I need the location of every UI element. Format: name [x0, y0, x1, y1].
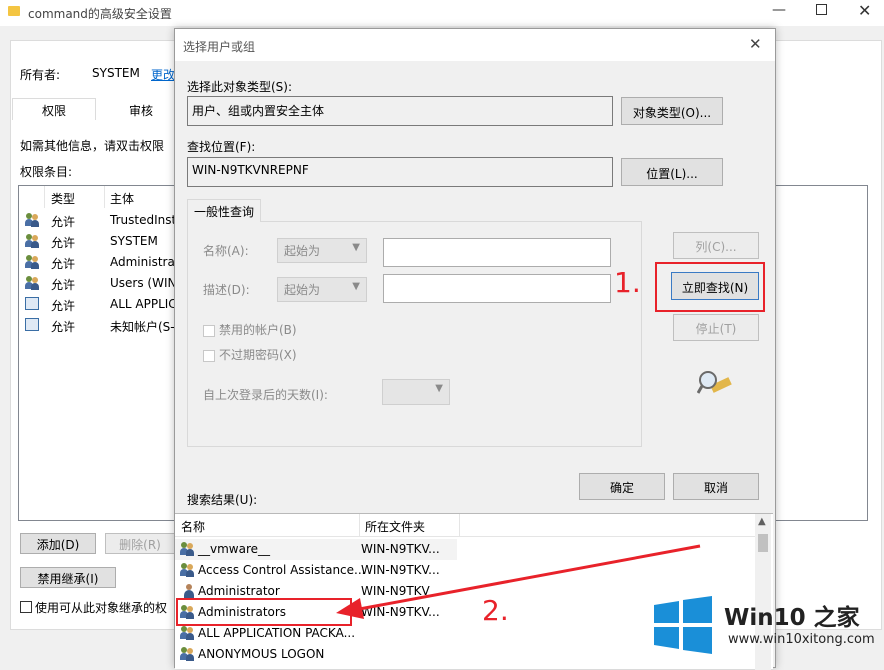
user-icon: [25, 213, 39, 227]
disabled-accounts-checkbox[interactable]: 禁用的帐户(B): [203, 321, 297, 338]
ok-button[interactable]: 确定: [579, 473, 665, 500]
description-match-value: 起始为: [284, 283, 321, 297]
entries-label: 权限条目:: [20, 165, 73, 179]
locations-button[interactable]: 位置(L)...: [621, 158, 723, 186]
perm-type: 允许: [51, 320, 76, 334]
tab-audit-label: 审核: [128, 104, 153, 118]
results-header: 名称 所在文件夹: [175, 514, 757, 537]
result-name: ANONYMOUS LOGON: [198, 647, 325, 661]
watermark-brand: Win10 之家: [724, 605, 860, 631]
win10-watermark: Win10 之家 www.win10xitong.com: [652, 590, 884, 668]
disabled-accounts-label: 禁用的帐户(B): [219, 323, 297, 337]
user-icon: [25, 276, 39, 290]
name-label: 名称(A):: [203, 244, 249, 258]
location-field: WIN-N9TKVNREPNF: [187, 157, 613, 187]
days-combo[interactable]: ▼: [382, 379, 450, 405]
days-since-login-label: 自上次登录后的天数(I):: [203, 388, 328, 402]
owner-change-link[interactable]: 更改: [151, 66, 175, 83]
remove-button[interactable]: 删除(R): [105, 533, 175, 554]
no-expire-checkbox[interactable]: 不过期密码(X): [203, 346, 297, 363]
tab-general-query-label: 一般性查询: [193, 205, 254, 219]
result-name: Administrator: [198, 584, 280, 598]
perm-type: 允许: [51, 215, 76, 229]
header-type: 类型: [51, 192, 76, 206]
header-principal: 主体: [110, 192, 135, 206]
columns-button[interactable]: 列(C)...: [673, 232, 759, 259]
result-name: __vmware__: [198, 542, 271, 556]
name-match-value: 起始为: [284, 244, 321, 258]
close-icon[interactable]: ✕: [858, 1, 871, 20]
chevron-down-icon: ▼: [352, 281, 360, 292]
cancel-button[interactable]: 取消: [673, 473, 759, 500]
checkbox-box: [203, 324, 215, 337]
owner-value: SYSTEM: [92, 66, 140, 80]
tab-audit[interactable]: 审核: [96, 100, 186, 120]
group-icon: [180, 563, 194, 577]
group-icon: [180, 626, 194, 640]
watermark-url: www.win10xitong.com: [728, 632, 875, 647]
use-inherit-checkbox[interactable]: [20, 601, 32, 613]
perm-principal: Administrat: [110, 255, 180, 269]
maximize-icon[interactable]: [816, 4, 827, 15]
result-row[interactable]: ALL APPLICATION PACKA...: [175, 623, 457, 644]
scroll-up-icon[interactable]: ▲: [758, 516, 766, 527]
dialog-title: 选择用户或组: [183, 40, 256, 54]
user-icon: [25, 255, 39, 269]
highlight-administrators: [176, 598, 352, 626]
result-name: ALL APPLICATION PACKA...: [198, 626, 356, 640]
group-icon: [180, 647, 194, 661]
bg-titlebar: command的高级安全设置 — ✕: [0, 0, 884, 26]
highlight-find-now: [655, 262, 765, 312]
name-input[interactable]: [383, 238, 611, 267]
group-icon: [180, 542, 194, 556]
stop-button[interactable]: 停止(T): [673, 314, 759, 341]
object-types-button[interactable]: 对象类型(O)...: [621, 97, 723, 125]
tab-permissions-label: 权限: [41, 104, 66, 118]
info-text: 如需其他信息，请双击权限: [20, 139, 165, 153]
tab-general-query[interactable]: 一般性查询: [187, 199, 261, 222]
perm-principal: SYSTEM: [110, 234, 158, 248]
perm-principal: 未知帐户(S-: [110, 320, 175, 334]
perm-type: 允许: [51, 278, 76, 292]
minimize-icon[interactable]: —: [772, 2, 786, 18]
disable-inheritance-button[interactable]: 禁用继承(I): [20, 567, 116, 588]
result-row[interactable]: ANONYMOUS LOGON: [175, 644, 457, 665]
windows-logo-icon: [654, 596, 712, 654]
bg-title: command的高级安全设置: [28, 7, 172, 21]
dialog-close-icon[interactable]: ✕: [749, 35, 762, 53]
object-type-label: 选择此对象类型(S):: [187, 80, 293, 94]
results-header-name[interactable]: 名称: [181, 518, 205, 535]
user-icon: [25, 234, 39, 248]
app-package-icon: [25, 318, 39, 331]
name-match-combo[interactable]: 起始为 ▼: [277, 238, 367, 263]
results-header-folder[interactable]: 所在文件夹: [365, 518, 425, 535]
checkbox-box: [203, 349, 215, 362]
perm-principal: Users (WIN: [110, 276, 177, 290]
results-label: 搜索结果(U):: [187, 493, 258, 507]
dialog-titlebar: 选择用户或组 ✕: [175, 29, 775, 61]
use-inherit-label: 使用可从此对象继承的权: [35, 601, 168, 615]
description-match-combo[interactable]: 起始为 ▼: [277, 277, 367, 302]
location-label: 查找位置(F):: [187, 140, 256, 154]
chevron-down-icon: ▼: [435, 383, 443, 394]
perm-type: 允许: [51, 299, 76, 313]
chevron-down-icon: ▼: [352, 242, 360, 253]
owner-label: 所有者:: [20, 68, 61, 82]
perm-principal: TrustedInst: [110, 213, 177, 227]
step1-label: 1.: [614, 266, 641, 299]
tab-permissions[interactable]: 权限: [12, 98, 96, 120]
search-flashlight-icon: [696, 369, 733, 397]
folder-icon: [8, 6, 20, 16]
app-package-icon: [25, 297, 39, 310]
no-expire-label: 不过期密码(X): [219, 348, 297, 362]
perm-type: 允许: [51, 236, 76, 250]
description-label: 描述(D):: [203, 283, 250, 297]
add-button[interactable]: 添加(D): [20, 533, 96, 554]
object-type-field: 用户、组或内置安全主体: [187, 96, 613, 126]
user-icon: [183, 584, 195, 598]
perm-type: 允许: [51, 257, 76, 271]
scroll-thumb[interactable]: [758, 534, 768, 552]
description-input[interactable]: [383, 274, 611, 303]
perm-principal: ALL APPLIC: [110, 297, 177, 311]
